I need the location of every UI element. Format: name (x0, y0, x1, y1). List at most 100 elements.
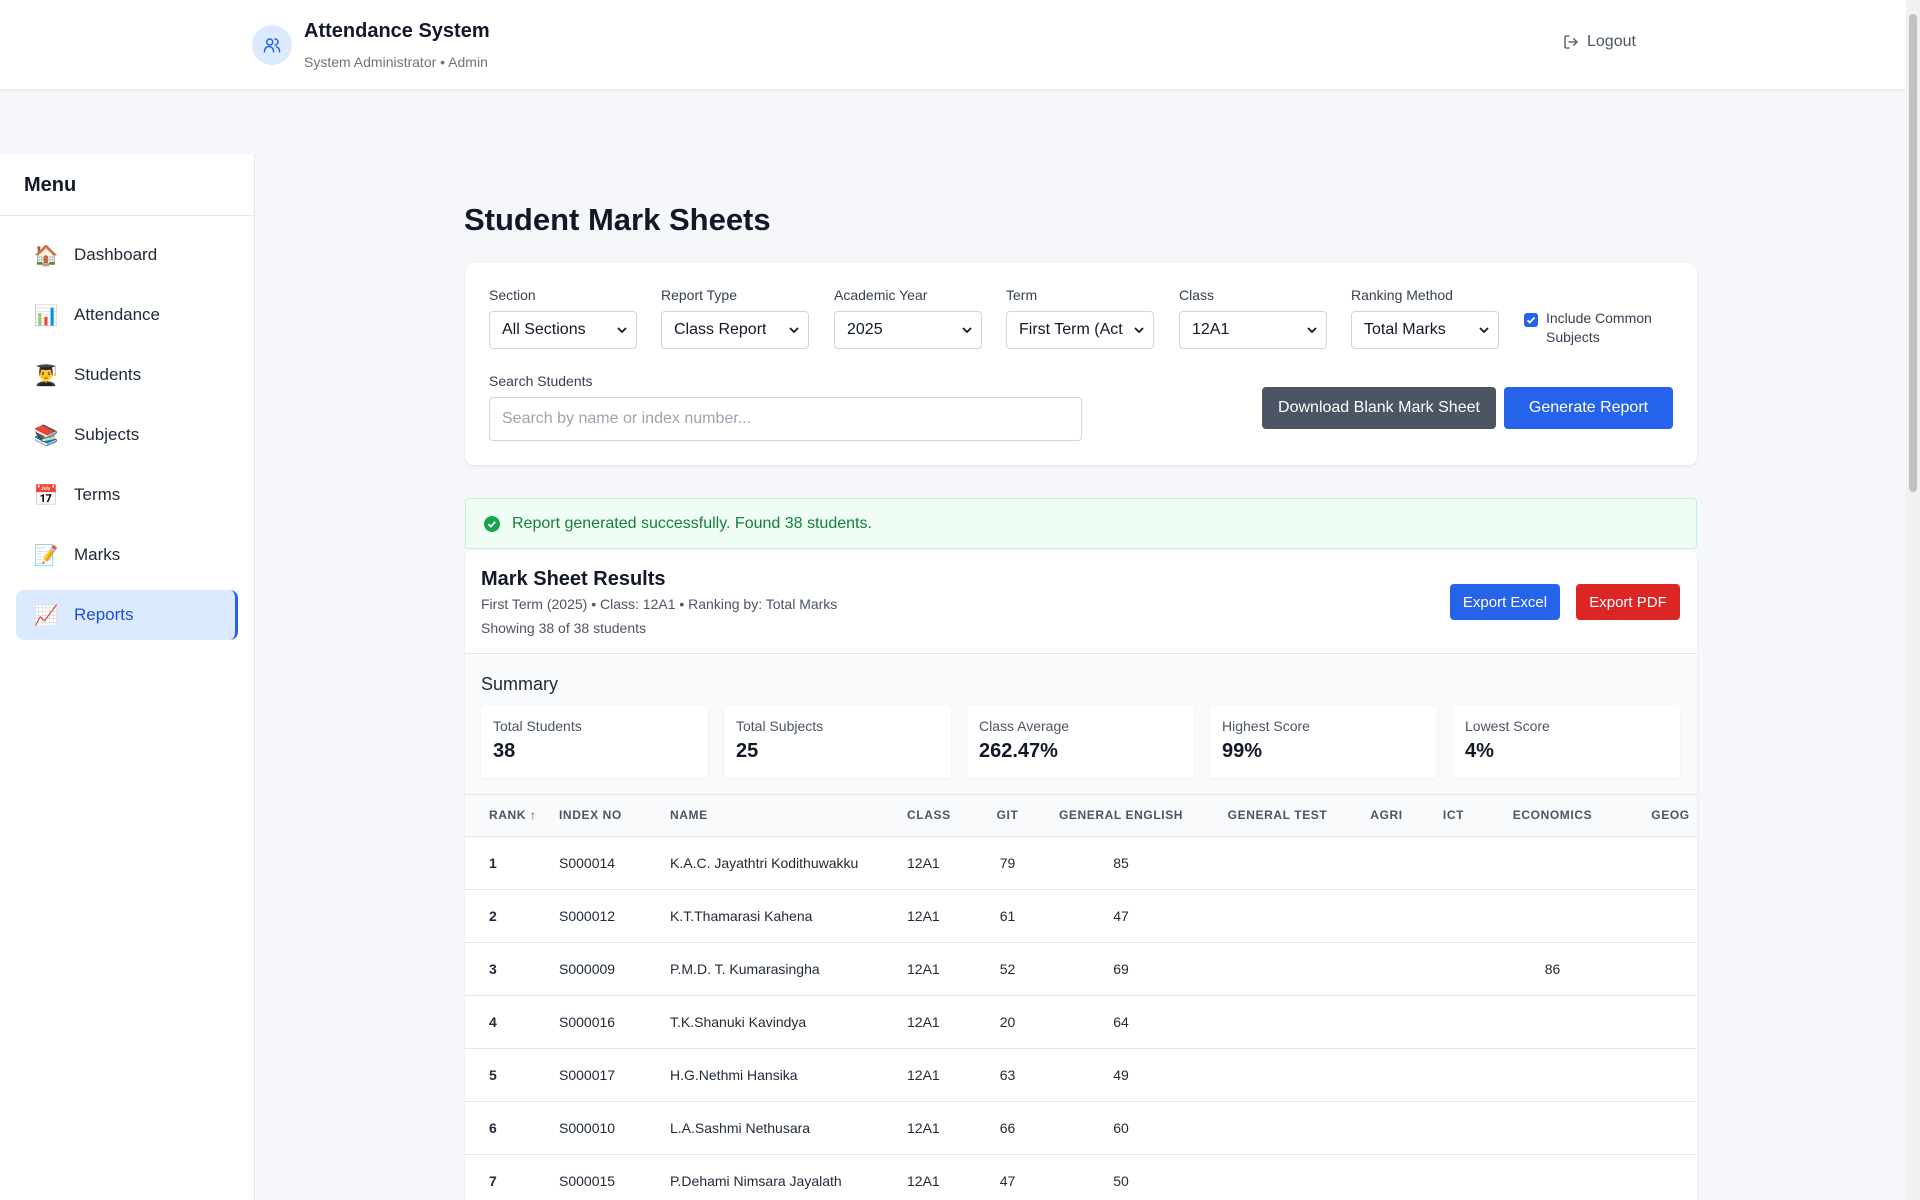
summary-card-label: Total Students (493, 718, 582, 734)
sidebar-item-attendance[interactable]: 📊 Attendance (16, 290, 238, 340)
cell-general-english: 49 (1113, 1066, 1129, 1083)
column-header-rank[interactable]: Rank ↑ (465, 795, 559, 836)
checkmark-icon (1526, 316, 1536, 324)
term-value: First Term (Act (1019, 321, 1123, 338)
cell-index-no: S000009 (559, 960, 616, 977)
export-pdf-button[interactable]: Export PDF (1576, 584, 1680, 620)
ranking-method-select[interactable]: Total Marks (1351, 311, 1499, 349)
cell-agri (1355, 995, 1418, 1048)
term-label: Term (1006, 287, 1038, 303)
column-header-class[interactable]: Class (907, 795, 973, 836)
cell-git: 47 (999, 1172, 1016, 1189)
table-row: 6 S000010 L.A.Sashmi Nethusara 12A1 66 60 (465, 1101, 1697, 1154)
cell-geog (1616, 836, 1697, 889)
summary-card-highest-score: Highest Score 99% (1210, 706, 1437, 778)
top-header: Attendance System System Administrator •… (0, 0, 1906, 90)
cell-ict (1418, 942, 1489, 995)
class-select[interactable]: 12A1 (1179, 311, 1327, 349)
column-header-economics[interactable]: Economics (1489, 795, 1616, 836)
search-input[interactable] (489, 397, 1082, 441)
sidebar-item-subjects[interactable]: 📚 Subjects (16, 410, 238, 460)
summary-card-label: Total Subjects (736, 718, 824, 734)
sidebar-item-label: Terms (74, 485, 121, 504)
table-header-row: Rank ↑ Index No Name Class GIT General E… (465, 795, 1697, 836)
academic-year-select[interactable]: 2025 (834, 311, 982, 349)
include-common-option: Include Common Subjects (1524, 309, 1664, 347)
logout-label: Logout (1587, 33, 1636, 50)
cell-general-test (1200, 995, 1355, 1048)
summary-card-value: 4% (1465, 740, 1494, 762)
cell-general-english: 64 (1113, 1013, 1129, 1030)
summary-title: Summary (481, 674, 559, 694)
home-icon: 🏠 (33, 244, 59, 267)
cell-rank: 3 (489, 960, 497, 977)
cell-ict (1418, 836, 1489, 889)
cell-general-english: 47 (1113, 907, 1129, 924)
sidebar-item-reports[interactable]: 📈 Reports (16, 590, 238, 640)
sidebar-item-students[interactable]: 👨‍🎓 Students (16, 350, 238, 400)
cell-geog (1616, 889, 1697, 942)
page-scrollbar[interactable] (1906, 0, 1920, 1200)
logout-button[interactable]: Logout (1563, 33, 1636, 51)
marks-table: Rank ↑ Index No Name Class GIT General E… (465, 795, 1697, 1200)
column-header-general-english[interactable]: General English (1042, 795, 1200, 836)
ranking-method-label: Ranking Method (1351, 287, 1453, 303)
cell-index-no: S000012 (559, 907, 616, 924)
search-label: Search Students (489, 373, 593, 389)
cell-ict (1418, 1048, 1489, 1101)
column-header-index-no[interactable]: Index No (559, 795, 670, 836)
column-header-ict[interactable]: ICT (1418, 795, 1489, 836)
sidebar-item-terms[interactable]: 📅 Terms (16, 470, 238, 520)
table-row: 5 S000017 H.G.Nethmi Hansika 12A1 63 49 (465, 1048, 1697, 1101)
cell-general-test (1200, 1154, 1355, 1200)
cell-name: T.K.Shanuki Kavindya (670, 1013, 807, 1030)
results-header: Mark Sheet Results First Term (2025) • C… (465, 550, 1697, 654)
results-title: Mark Sheet Results (481, 568, 666, 590)
include-common-checkbox[interactable] (1524, 313, 1538, 327)
include-common-label: Include Common Subjects (1546, 310, 1652, 345)
download-blank-mark-sheet-button[interactable]: Download Blank Mark Sheet (1262, 387, 1496, 429)
summary-section: Summary Total Students 38 Total Subjects… (465, 654, 1697, 795)
calendar-icon: 📅 (33, 484, 59, 507)
term-select[interactable]: First Term (Act (1006, 311, 1154, 349)
cell-rank: 7 (489, 1172, 497, 1189)
summary-card-label: Highest Score (1222, 718, 1310, 734)
cell-economics (1489, 1048, 1616, 1101)
sidebar-nav: 🏠 Dashboard 📊 Attendance 👨‍🎓 Students 📚 … (0, 216, 254, 640)
column-header-geog[interactable]: GEOG (1616, 795, 1697, 836)
memo-icon: 📝 (33, 544, 59, 567)
column-header-name[interactable]: Name (670, 795, 907, 836)
table-row: 4 S000016 T.K.Shanuki Kavindya 12A1 20 64 (465, 995, 1697, 1048)
summary-card-value: 262.47% (979, 740, 1058, 762)
cell-index-no: S000017 (559, 1066, 616, 1083)
results-subtitle: First Term (2025) • Class: 12A1 • Rankin… (481, 596, 838, 612)
report-type-select[interactable]: Class Report (661, 311, 809, 349)
column-header-git[interactable]: GIT (973, 795, 1042, 836)
cell-ict (1418, 889, 1489, 942)
summary-card-label: Lowest Score (1465, 718, 1550, 734)
scrollbar-thumb[interactable] (1909, 14, 1917, 492)
export-excel-button[interactable]: Export Excel (1450, 584, 1560, 620)
cell-general-test (1200, 1048, 1355, 1101)
cell-general-english: 69 (1113, 960, 1129, 977)
cell-ict (1418, 995, 1489, 1048)
chevron-down-icon (962, 327, 972, 334)
column-header-agri[interactable]: AGRI (1355, 795, 1418, 836)
table-row: 2 S000012 K.T.Thamarasi Kahena 12A1 61 47 (465, 889, 1697, 942)
class-filter: Class 12A1 (1179, 287, 1327, 349)
sidebar-item-dashboard[interactable]: 🏠 Dashboard (16, 230, 238, 280)
report-type-label: Report Type (661, 287, 738, 303)
section-select[interactable]: All Sections (489, 311, 637, 349)
column-header-general-test[interactable]: General Test (1200, 795, 1355, 836)
student-icon: 👨‍🎓 (33, 364, 59, 387)
sidebar-item-marks[interactable]: 📝 Marks (16, 530, 238, 580)
cell-git: 20 (999, 1013, 1016, 1030)
users-icon (252, 25, 292, 65)
trend-chart-icon: 📈 (33, 604, 59, 627)
academic-year-label: Academic Year (834, 287, 928, 303)
cell-general-english: 60 (1113, 1119, 1129, 1136)
cell-general-test (1200, 942, 1355, 995)
cell-rank: 1 (489, 854, 497, 871)
generate-report-button[interactable]: Generate Report (1504, 387, 1673, 429)
mark-sheet-results: Mark Sheet Results First Term (2025) • C… (465, 550, 1697, 1200)
